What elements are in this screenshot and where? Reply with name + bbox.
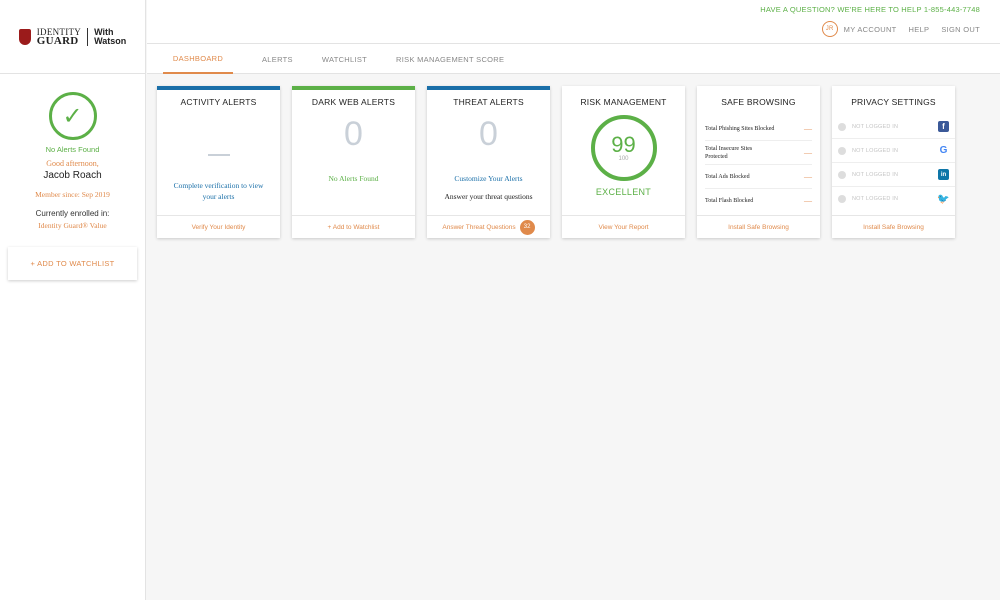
alert-status: No Alerts Found [45, 145, 100, 154]
score-gauge: 99 100 [590, 115, 657, 181]
shield-logo-icon [18, 28, 31, 45]
stat-row: Total Ads Blocked — [705, 165, 812, 189]
stat-label: Total Phishing Sites Blocked [705, 125, 775, 132]
login-status: NOT LOGGED IN [852, 123, 899, 130]
empty-dash [207, 154, 230, 156]
logo-separator [87, 27, 89, 46]
tab-alerts[interactable]: ALERTS [250, 44, 305, 74]
privacy-row-facebook[interactable]: NOT LOGGED IN f [832, 115, 955, 139]
risk-score-max: 100 [618, 156, 629, 162]
card-title: THREAT ALERTS [453, 97, 524, 107]
card-title: PRIVACY SETTINGS [851, 97, 936, 107]
card-subtext: Answer your threat questions [444, 192, 533, 201]
plan-name[interactable]: Identity Guard® Value [0, 221, 145, 230]
privacy-row-twitter[interactable]: NOT LOGGED IN 🐦 [832, 187, 955, 211]
card-accent-bar [832, 86, 955, 90]
stat-label: Total Insecure Sites Protected [705, 145, 753, 160]
help-link[interactable]: HELP [909, 25, 930, 34]
safe-browsing-card: SAFE BROWSING Total Phishing Sites Block… [697, 86, 820, 238]
add-to-watchlist-button[interactable]: + ADD TO WATCHLIST [8, 247, 137, 280]
member-since: Member since: Sep 2019 [35, 190, 110, 199]
card-accent-bar [157, 86, 280, 90]
tab-dashboard[interactable]: DASHBOARD [163, 44, 233, 74]
card-title: DARK WEB ALERTS [311, 97, 396, 107]
my-account-link[interactable]: MY ACCOUNT [844, 25, 897, 34]
stat-label: Total Ads Blocked [705, 173, 750, 180]
linkedin-icon[interactable]: in [938, 169, 949, 180]
logo-watson: Watson [94, 35, 127, 46]
account-links: JR MY ACCOUNT HELP SIGN OUT [821, 21, 980, 37]
privacy-settings-card: PRIVACY SETTINGS NOT LOGGED IN f NOT LOG… [832, 86, 955, 238]
threat-alerts-card: THREAT ALERTS 0 Customize Your Alerts An… [427, 86, 550, 238]
header: HAVE A QUESTION? WE'RE HERE TO HELP 1-85… [147, 0, 1000, 74]
main-tabs: DASHBOARD ALERTS WATCHLIST RISK MANAGEME… [163, 44, 516, 74]
risk-management-card: RISK MANAGEMENT 99 100 EXCELLENT View Yo… [562, 86, 685, 238]
status-dot-icon [838, 146, 846, 155]
avatar[interactable]: JR [821, 21, 838, 37]
stat-value: — [804, 196, 812, 205]
stat-row: Total Flash Blocked — [705, 189, 812, 213]
card-accent-bar [697, 86, 820, 90]
dashboard-cards: ACTIVITY ALERTS Complete verification to… [157, 86, 955, 238]
stat-label: Total Flash Blocked [705, 198, 754, 204]
tab-risk-management-score[interactable]: RISK MANAGEMENT SCORE [384, 44, 516, 74]
stat-row: Total Phishing Sites Blocked — [705, 117, 812, 141]
view-report-link[interactable]: View Your Report [562, 215, 685, 238]
card-accent-bar [427, 86, 550, 90]
verify-identity-link[interactable]: Verify Your Identity [157, 215, 280, 238]
identity-guard-logo[interactable]: IDENTITY GUARD With Watson [0, 0, 145, 74]
alert-count: 0 [479, 115, 498, 153]
checkmark-icon: ✓ [48, 92, 97, 140]
question-count-badge: 32 [519, 219, 535, 235]
dark-web-alerts-card: DARK WEB ALERTS 0 No Alerts Found + Add … [292, 86, 415, 238]
card-message: Complete verification to view your alert… [173, 181, 264, 201]
alert-count: 0 [344, 115, 363, 153]
risk-score: 99 [611, 132, 636, 157]
privacy-row-google[interactable]: NOT LOGGED IN G [832, 139, 955, 163]
card-title: RISK MANAGEMENT [580, 97, 667, 107]
status-dot-icon [838, 122, 846, 131]
facebook-icon[interactable]: f [938, 121, 949, 132]
logo-line2: GUARD [36, 34, 79, 47]
install-safe-browsing-link[interactable]: Install Safe Browsing [697, 215, 820, 238]
status-dot-icon [838, 170, 846, 179]
install-safe-browsing-link[interactable]: Install Safe Browsing [832, 215, 955, 238]
activity-alerts-card: ACTIVITY ALERTS Complete verification to… [157, 86, 280, 238]
stat-row: Total Insecure Sites Protected — [705, 141, 812, 165]
greeting: Good afternoon, [46, 159, 99, 168]
risk-rating: EXCELLENT [595, 187, 652, 197]
footer-label: Answer Threat Questions [442, 223, 516, 231]
enrolled-label: Currently enrolled in: [35, 209, 110, 218]
tab-watchlist[interactable]: WATCHLIST [310, 44, 379, 74]
google-icon[interactable]: G [938, 145, 949, 156]
sidebar: IDENTITY GUARD With Watson ✓ No Alerts F… [0, 0, 146, 600]
customize-alerts-link[interactable]: Customize Your Alerts [427, 173, 550, 184]
card-accent-bar [562, 86, 685, 90]
twitter-icon[interactable]: 🐦 [937, 193, 950, 205]
sign-out-link[interactable]: SIGN OUT [941, 25, 980, 34]
status-dot-icon [838, 195, 846, 203]
stat-value: — [804, 171, 812, 181]
login-status: NOT LOGGED IN [852, 171, 899, 178]
card-title: SAFE BROWSING [721, 97, 796, 107]
card-accent-bar [292, 86, 415, 90]
card-message: No Alerts Found [328, 174, 379, 183]
privacy-row-linkedin[interactable]: NOT LOGGED IN in [832, 163, 955, 187]
stat-value: — [804, 147, 812, 157]
help-phone-line[interactable]: HAVE A QUESTION? WE'RE HERE TO HELP 1-85… [760, 5, 980, 14]
add-to-watchlist-link[interactable]: + Add to Watchlist [292, 215, 415, 238]
card-title: ACTIVITY ALERTS [180, 97, 257, 107]
login-status: NOT LOGGED IN [852, 196, 899, 202]
stat-value: — [804, 123, 812, 133]
browsing-stats: Total Phishing Sites Blocked — Total Ins… [697, 117, 820, 213]
privacy-accounts: NOT LOGGED IN f NOT LOGGED IN G NOT LOGG… [832, 115, 955, 211]
login-status: NOT LOGGED IN [852, 147, 899, 154]
profile-summary: ✓ No Alerts Found Good afternoon, Jacob … [0, 74, 145, 230]
answer-threat-questions-link[interactable]: Answer Threat Questions 32 [427, 215, 550, 238]
user-name: Jacob Roach [43, 170, 102, 181]
